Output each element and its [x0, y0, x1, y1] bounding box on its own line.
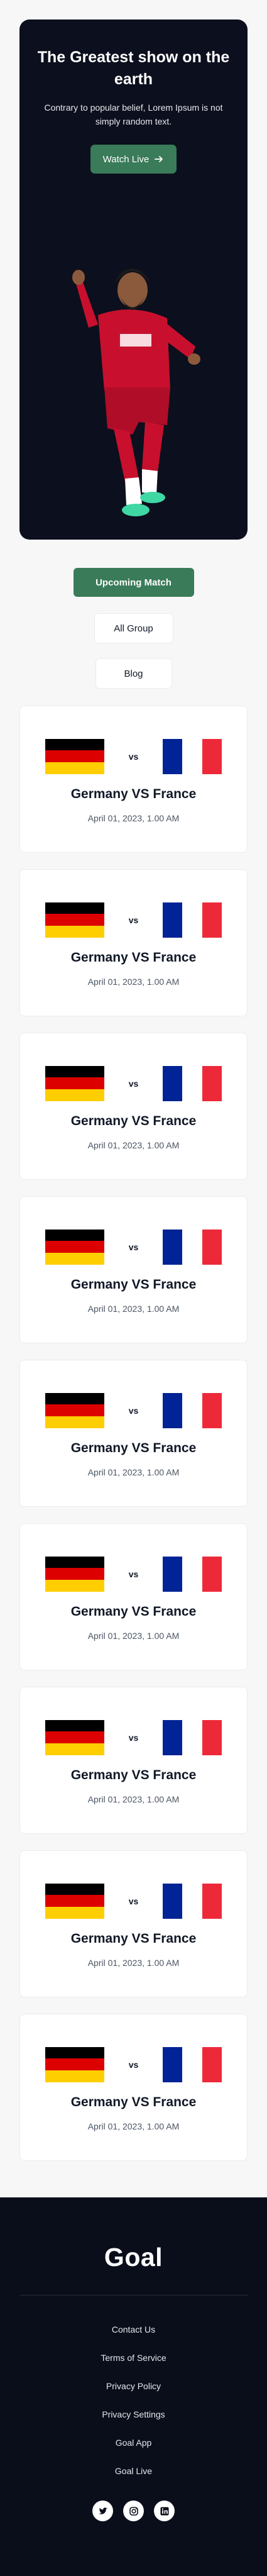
match-flags: vs: [45, 1065, 222, 1101]
hero-banner: The Greatest show on the earth Contrary …: [19, 19, 248, 540]
match-flags: vs: [45, 1883, 222, 1919]
twitter-icon[interactable]: [92, 2501, 113, 2521]
match-title: Germany VS France: [70, 1114, 197, 1128]
match-date: April 01, 2023, 1.00 AM: [87, 1631, 180, 1641]
tab-blog[interactable]: Blog: [95, 658, 172, 689]
football-player-image: [72, 269, 200, 516]
match-title: Germany VS France: [70, 950, 197, 965]
match-card[interactable]: vs Germany VS France April 01, 2023, 1.0…: [19, 1360, 248, 1507]
germany-flag: [45, 1065, 104, 1101]
watch-live-button[interactable]: Watch Live: [90, 145, 177, 174]
match-flags: vs: [45, 1229, 222, 1265]
match-date: April 01, 2023, 1.00 AM: [87, 1467, 180, 1477]
footer-link-goal-live[interactable]: Goal Live: [0, 2457, 267, 2485]
match-card[interactable]: vs Germany VS France April 01, 2023, 1.0…: [19, 1687, 248, 1834]
match-flags: vs: [45, 2046, 222, 2082]
france-flag: [162, 1229, 222, 1265]
hero-title: The Greatest show on the earth: [37, 48, 230, 88]
vs-label: vs: [128, 1241, 139, 1252]
match-card[interactable]: vs Germany VS France April 01, 2023, 1.0…: [19, 869, 248, 1016]
tab-all-group[interactable]: All Group: [94, 613, 173, 643]
footer-link-terms-of-service[interactable]: Terms of Service: [0, 2344, 267, 2372]
france-flag: [162, 1719, 222, 1755]
vs-label: vs: [128, 1078, 139, 1089]
match-title: Germany VS France: [70, 1441, 197, 1455]
france-flag: [162, 1392, 222, 1428]
germany-flag: [45, 2046, 104, 2082]
match-title: Germany VS France: [70, 1931, 197, 1946]
france-flag: [162, 1883, 222, 1919]
footer-logo: Goal: [104, 2243, 163, 2272]
match-title: Germany VS France: [70, 2095, 197, 2109]
match-card[interactable]: vs Germany VS France April 01, 2023, 1.0…: [19, 1196, 248, 1343]
footer-divider: [19, 2295, 248, 2296]
vs-label: vs: [128, 1732, 139, 1743]
vs-label: vs: [128, 2059, 139, 2070]
match-date: April 01, 2023, 1.00 AM: [87, 1958, 180, 1968]
footer-link-privacy-policy[interactable]: Privacy Policy: [0, 2372, 267, 2401]
vs-label: vs: [128, 1896, 139, 1906]
france-flag: [162, 902, 222, 938]
germany-flag: [45, 1229, 104, 1265]
france-flag: [162, 1556, 222, 1592]
match-card[interactable]: vs Germany VS France April 01, 2023, 1.0…: [19, 706, 248, 853]
match-title: Germany VS France: [70, 1768, 197, 1782]
match-date: April 01, 2023, 1.00 AM: [87, 977, 180, 987]
match-date: April 01, 2023, 1.00 AM: [87, 2121, 180, 2131]
vs-label: vs: [128, 1405, 139, 1416]
vs-label: vs: [128, 1568, 139, 1579]
france-flag: [162, 738, 222, 774]
match-flags: vs: [45, 1719, 222, 1755]
footer-link-contact-us[interactable]: Contact Us: [0, 2316, 267, 2344]
tab-upcoming-match[interactable]: Upcoming Match: [73, 568, 194, 597]
match-flags: vs: [45, 902, 222, 938]
footer-link-goal-app[interactable]: Goal App: [0, 2429, 267, 2457]
germany-flag: [45, 738, 104, 774]
match-flags: vs: [45, 1392, 222, 1428]
linkedin-icon[interactable]: [154, 2501, 175, 2521]
footer-links: Contact Us Terms of Service Privacy Poli…: [0, 2316, 267, 2485]
vs-label: vs: [128, 914, 139, 925]
match-card[interactable]: vs Germany VS France April 01, 2023, 1.0…: [19, 1033, 248, 1180]
footer-link-privacy-settings[interactable]: Privacy Settings: [0, 2401, 267, 2429]
footer: Goal Contact Us Terms of Service Privacy…: [0, 2197, 267, 2576]
match-title: Germany VS France: [70, 1604, 197, 1619]
france-flag: [162, 2046, 222, 2082]
match-list: vs Germany VS France April 01, 2023, 1.0…: [19, 706, 248, 2177]
match-date: April 01, 2023, 1.00 AM: [87, 1794, 180, 1804]
match-card[interactable]: vs Germany VS France April 01, 2023, 1.0…: [19, 1850, 248, 1997]
arrow-right-icon: [155, 156, 163, 162]
match-date: April 01, 2023, 1.00 AM: [87, 1140, 180, 1150]
match-card[interactable]: vs Germany VS France April 01, 2023, 1.0…: [19, 2014, 248, 2161]
vs-label: vs: [128, 751, 139, 762]
match-card[interactable]: vs Germany VS France April 01, 2023, 1.0…: [19, 1523, 248, 1670]
match-flags: vs: [45, 738, 222, 774]
hero-subtitle: Contrary to popular belief, Lorem Ipsum …: [44, 103, 223, 126]
germany-flag: [45, 902, 104, 938]
instagram-icon[interactable]: [123, 2501, 144, 2521]
germany-flag: [45, 1719, 104, 1755]
germany-flag: [45, 1392, 104, 1428]
social-links: [0, 2501, 267, 2521]
match-flags: vs: [45, 1556, 222, 1592]
match-title: Germany VS France: [70, 787, 197, 801]
match-title: Germany VS France: [70, 1277, 197, 1292]
germany-flag: [45, 1556, 104, 1592]
match-date: April 01, 2023, 1.00 AM: [87, 1304, 180, 1314]
watch-live-label: Watch Live: [102, 153, 150, 165]
match-date: April 01, 2023, 1.00 AM: [87, 813, 180, 823]
france-flag: [162, 1065, 222, 1101]
germany-flag: [45, 1883, 104, 1919]
